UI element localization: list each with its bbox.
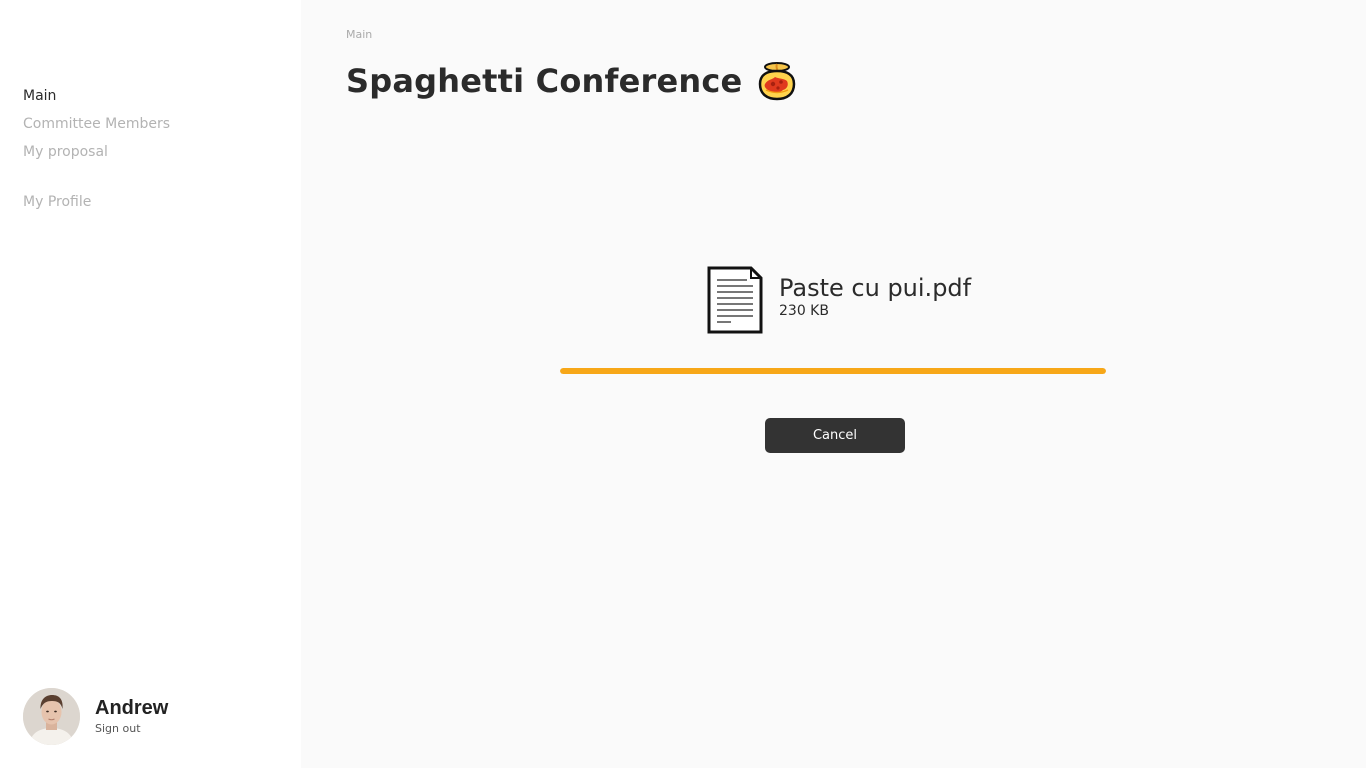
- main-content: Main Spaghetti Conference Paste cu pui.p…: [301, 0, 1366, 768]
- cancel-button[interactable]: Cancel: [765, 418, 905, 453]
- avatar[interactable]: [23, 688, 80, 745]
- upload-file-card: Paste cu pui.pdf 230 KB: [707, 266, 971, 334]
- sidebar: Main Committee Members My proposal My Pr…: [0, 0, 301, 768]
- user-meta: Andrew Sign out: [95, 696, 168, 738]
- sign-out-link[interactable]: Sign out: [95, 720, 168, 738]
- sidebar-item-main[interactable]: Main: [23, 82, 170, 110]
- user-name: Andrew: [95, 696, 169, 719]
- page-title: Spaghetti Conference: [346, 62, 743, 100]
- upload-progress-fill: [560, 368, 1106, 374]
- user-panel: Andrew Sign out: [23, 688, 168, 745]
- sidebar-nav: Main Committee Members My proposal My Pr…: [23, 82, 170, 216]
- file-meta: Paste cu pui.pdf 230 KB: [779, 273, 971, 319]
- file-size: 230 KB: [779, 303, 829, 319]
- avatar-portrait-icon: [23, 688, 80, 745]
- document-icon: [707, 266, 763, 334]
- sidebar-item-my-profile[interactable]: My Profile: [23, 188, 170, 216]
- breadcrumb[interactable]: Main: [346, 28, 372, 41]
- sidebar-item-my-proposal[interactable]: My proposal: [23, 138, 170, 166]
- spaghetti-emoji-icon: [759, 62, 796, 101]
- file-name: Paste cu pui.pdf: [779, 274, 972, 302]
- upload-progress-bar: [560, 368, 1106, 374]
- sidebar-item-committee-members[interactable]: Committee Members: [23, 110, 170, 138]
- title-row: Spaghetti Conference: [346, 60, 798, 102]
- app-root: Main Committee Members My proposal My Pr…: [0, 0, 1366, 768]
